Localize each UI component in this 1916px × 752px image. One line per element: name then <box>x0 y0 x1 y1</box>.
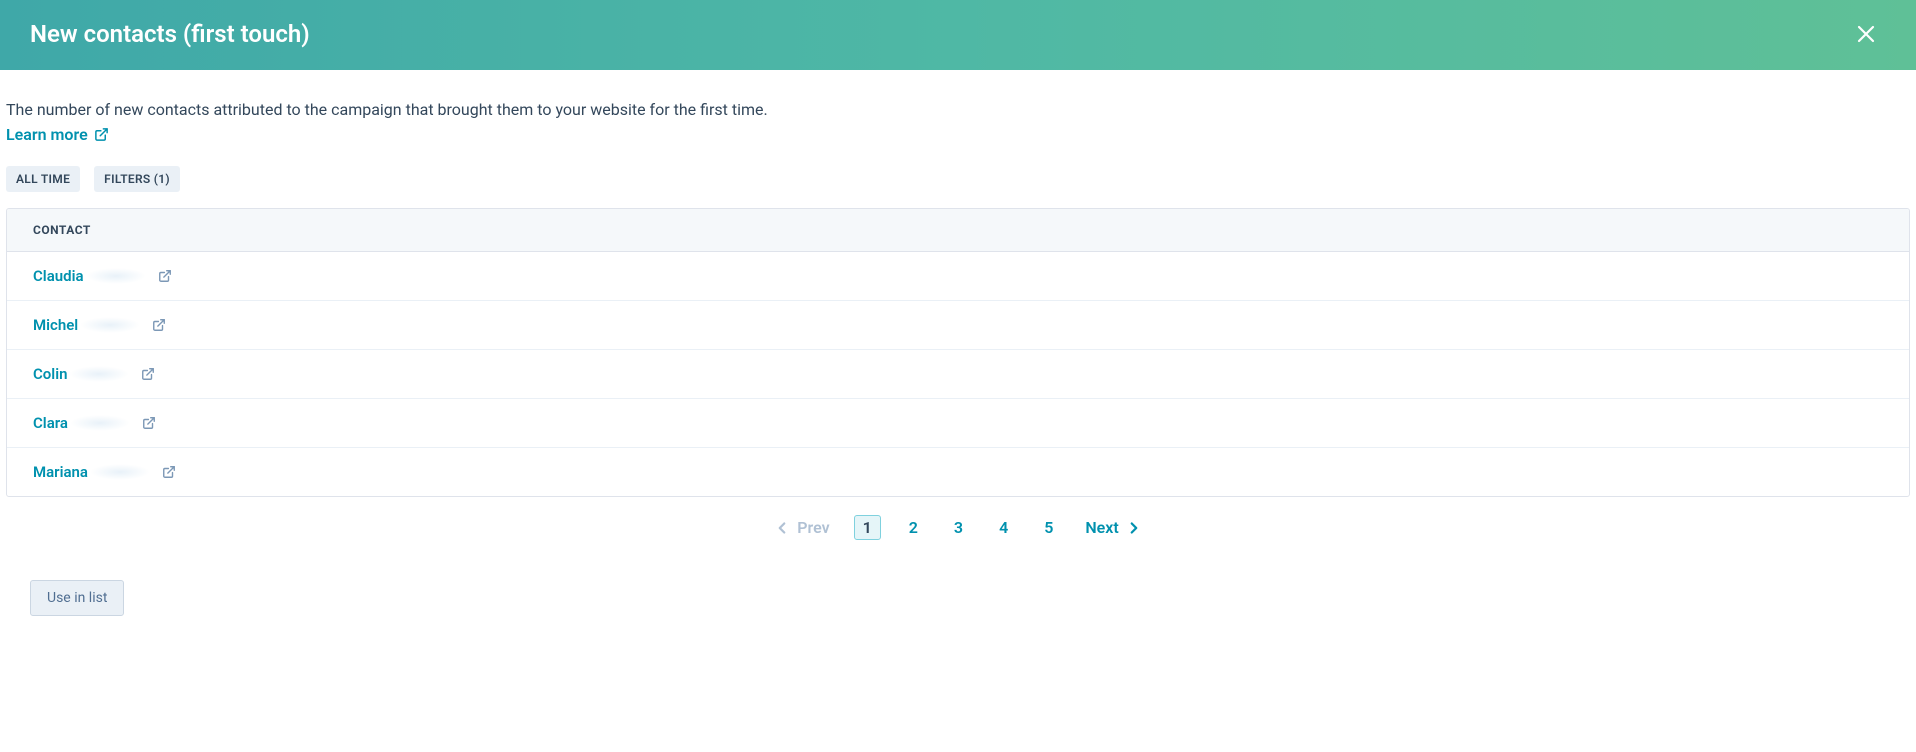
learn-more-label: Learn more <box>6 125 88 144</box>
redacted-text <box>70 415 130 431</box>
pagination: Prev 12345 Next <box>6 497 1910 540</box>
chevron-right-icon <box>1125 519 1143 537</box>
contact-link[interactable]: Michel <box>33 316 78 334</box>
prev-button[interactable]: Prev <box>767 517 835 538</box>
contact-cell: Mariana <box>33 463 213 481</box>
table-row: Clara <box>7 399 1909 448</box>
page-4[interactable]: 4 <box>991 515 1016 540</box>
next-label: Next <box>1085 518 1118 537</box>
table-row: Michel <box>7 301 1909 350</box>
external-link-icon <box>94 127 109 142</box>
external-link-icon[interactable] <box>158 269 172 283</box>
contact-link[interactable]: Clara <box>33 414 68 432</box>
table-row: Colin <box>7 350 1909 399</box>
contact-cell: Claudia <box>33 267 213 285</box>
contact-cell: Colin <box>33 365 213 383</box>
contact-cell: Clara <box>33 414 213 432</box>
external-link-icon[interactable] <box>141 367 155 381</box>
page-2[interactable]: 2 <box>901 515 926 540</box>
page-3[interactable]: 3 <box>946 515 971 540</box>
contact-link[interactable]: Claudia <box>33 267 84 285</box>
redacted-text <box>90 464 150 480</box>
learn-more-link[interactable]: Learn more <box>6 125 109 144</box>
use-in-list-button[interactable]: Use in list <box>30 580 124 616</box>
external-link-icon[interactable] <box>152 318 166 332</box>
contact-cell: Michel <box>33 316 213 334</box>
redacted-text <box>69 366 129 382</box>
description-text: The number of new contacts attributed to… <box>6 100 1910 119</box>
modal-footer: Use in list <box>0 540 1916 636</box>
table-row: Mariana <box>7 448 1909 496</box>
close-button[interactable] <box>1846 14 1886 54</box>
redacted-text <box>80 317 140 333</box>
close-icon <box>1854 22 1878 46</box>
prev-label: Prev <box>797 518 829 537</box>
all-time-tag[interactable]: ALL TIME <box>6 166 80 192</box>
chevron-left-icon <box>773 519 791 537</box>
page-5[interactable]: 5 <box>1036 515 1061 540</box>
next-button[interactable]: Next <box>1079 517 1148 538</box>
contacts-table: CONTACT Claudia Michel Colin Clara Mariana <box>6 208 1910 497</box>
external-link-icon[interactable] <box>142 416 156 430</box>
modal-header: New contacts (first touch) <box>0 0 1916 70</box>
redacted-text <box>86 268 146 284</box>
page-1[interactable]: 1 <box>854 515 881 540</box>
contact-link[interactable]: Colin <box>33 365 67 383</box>
table-row: Claudia <box>7 252 1909 301</box>
modal-title: New contacts (first touch) <box>30 20 310 48</box>
filters-tag[interactable]: FILTERS (1) <box>94 166 180 192</box>
external-link-icon[interactable] <box>162 465 176 479</box>
contact-link[interactable]: Mariana <box>33 463 88 481</box>
table-header-contact: CONTACT <box>7 209 1909 252</box>
filter-tags: ALL TIME FILTERS (1) <box>6 166 1910 192</box>
